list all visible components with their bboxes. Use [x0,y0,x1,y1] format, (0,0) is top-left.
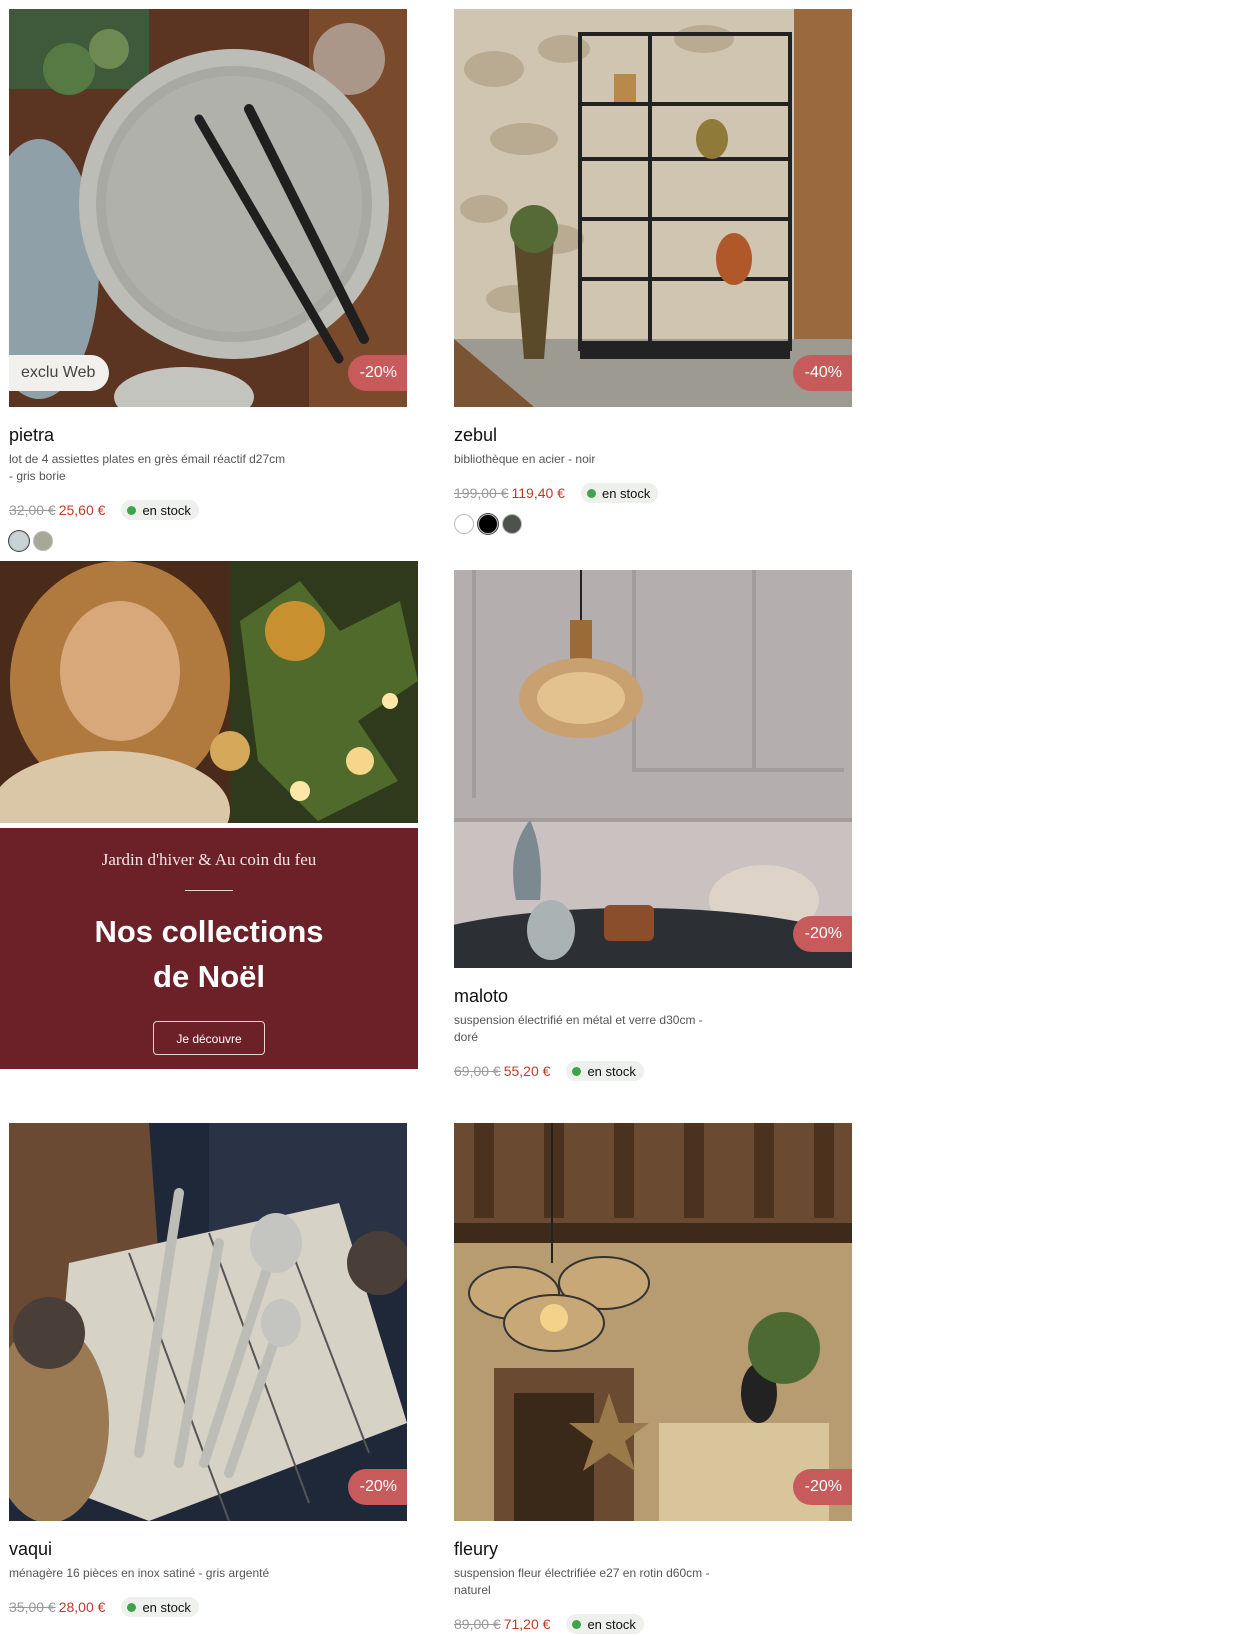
new-price: 55,20 € [503,1063,551,1079]
product-name[interactable]: zebul [454,423,852,447]
description-line: suspension fleur électrifiée e27 en roti… [454,1566,710,1580]
new-price: 28,00 € [58,1599,106,1615]
product-description: lot de 4 assiettes plates en grès émail … [9,451,299,485]
stock-label: en stock [601,485,651,501]
stock-badge: en stock [121,500,199,520]
old-price: 69,00 € [454,1063,501,1079]
in-stock-dot-icon [586,488,596,498]
new-price: 119,40 € [511,485,565,501]
description-line: naturel [454,1583,491,1597]
plate-photo [9,9,407,407]
description-line: doré [454,1030,479,1044]
bookshelf-photo [454,9,852,407]
color-swatch[interactable] [478,514,498,534]
product-card-fleury[interactable]: -20% fleury suspension fleur électrifiée… [454,1123,852,1635]
christmas-collection-banner[interactable]: Jardin d'hiver & Au coin du feu Nos coll… [0,561,418,1069]
in-stock-dot-icon [127,1602,137,1612]
price-row: 35,00 € 28,00 € en stock [9,1596,407,1618]
in-stock-dot-icon [127,505,137,515]
discount-badge: -20% [347,355,407,391]
promo-divider [185,890,233,891]
promo-panel: Jardin d'hiver & Au coin du feu Nos coll… [0,828,418,1069]
color-swatch[interactable] [9,531,29,551]
product-name[interactable]: maloto [454,984,852,1008]
product-description: suspension fleur électrifiée e27 en roti… [454,1565,744,1599]
stock-label: en stock [142,1599,191,1615]
product-card-zebul[interactable]: -40% zebul bibliothèque en acier - noir … [454,9,852,534]
color-swatches [454,514,852,534]
christmas-tree-photo [0,561,418,871]
product-description: suspension électrifié en métal et verre … [454,1012,744,1046]
discount-badge: -20% [792,916,852,952]
discount-badge: -20% [792,1469,852,1505]
description-line: bibliothèque en acier - noir [454,452,596,466]
discover-button[interactable]: Je découvre [153,1021,265,1055]
description-line: ménagère 16 pièces en inox satiné - gris… [9,1566,270,1580]
stock-label: en stock [587,1616,636,1632]
stock-label: en stock [587,1063,636,1079]
product-description: bibliothèque en acier - noir [454,451,744,468]
color-swatch[interactable] [502,514,522,534]
product-card-pietra[interactable]: exclu Web -20% pietra lot de 4 assiettes… [9,9,407,551]
stock-label: en stock [142,502,191,518]
color-swatches [9,531,407,551]
product-name[interactable]: fleury [454,1537,852,1561]
in-stock-dot-icon [572,1619,582,1629]
cutlery-photo [9,1123,407,1521]
discount-badge: -40% [792,355,852,391]
color-swatch[interactable] [33,531,53,551]
product-card-maloto[interactable]: -20% maloto suspension électrifié en mét… [454,570,852,1082]
promo-title: Nos collections de Noël [0,909,418,999]
old-price: 32,00 € [9,502,56,518]
product-image[interactable]: -40% [454,9,852,407]
price-row: 69,00 € 55,20 € en stock [454,1060,852,1082]
discount-badge: -20% [347,1469,407,1505]
stock-badge: en stock [566,1061,644,1081]
product-image[interactable]: -20% [454,1123,852,1521]
new-price: 25,60 € [58,502,106,518]
product-image[interactable]: -20% [454,570,852,968]
color-swatch[interactable] [454,514,474,534]
price-row: 89,00 € 71,20 € en stock [454,1613,852,1635]
exclu-web-badge: exclu Web [9,355,110,391]
stock-badge: en stock [580,483,659,503]
old-price: 89,00 € [454,1616,501,1632]
product-name[interactable]: pietra [9,423,407,447]
price-row: 32,00 € 25,60 € en stock [9,499,407,521]
price-row: 199,00 € 119,40 € en stock [454,482,852,504]
promo-title-line: Nos collections [94,914,324,949]
old-price: 35,00 € [9,1599,56,1615]
new-price: 71,20 € [503,1616,551,1632]
in-stock-dot-icon [572,1066,582,1076]
stock-badge: en stock [121,1597,199,1617]
description-line: lot de 4 assiettes plates en grès émail … [9,452,286,466]
flower-pendant-photo [454,1123,852,1521]
product-card-vaqui[interactable]: -20% vaqui ménagère 16 pièces en inox sa… [9,1123,407,1618]
product-image[interactable]: -20% [9,1123,407,1521]
promo-subtitle: Jardin d'hiver & Au coin du feu [101,850,317,869]
product-name[interactable]: vaqui [9,1537,407,1561]
product-description: ménagère 16 pièces en inox satiné - gris… [9,1565,299,1582]
stock-badge: en stock [566,1614,644,1634]
description-line: suspension électrifié en métal et verre … [454,1013,703,1027]
pendant-lamp-photo [454,570,852,968]
product-image[interactable]: exclu Web -20% [9,9,407,407]
promo-title-line: de Noël [153,959,265,994]
description-line: - gris borie [9,469,66,483]
old-price: 199,00 € [454,485,509,501]
